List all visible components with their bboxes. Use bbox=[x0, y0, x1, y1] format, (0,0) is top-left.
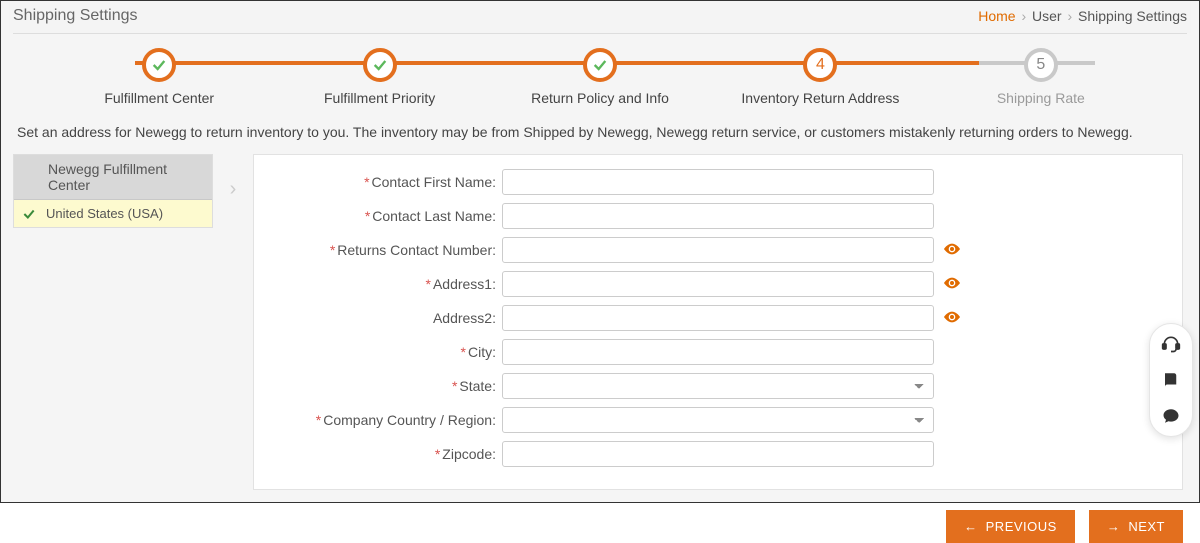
step-label: Inventory Return Address bbox=[741, 90, 899, 106]
returns-contact-number-input[interactable] bbox=[502, 237, 934, 263]
support-headset-icon[interactable] bbox=[1161, 334, 1181, 354]
eye-icon[interactable] bbox=[944, 310, 960, 326]
label-state: *State: bbox=[274, 378, 502, 394]
step-shipping-rate[interactable]: 5 Shipping Rate bbox=[931, 48, 1151, 106]
step-fulfillment-priority[interactable]: Fulfillment Priority bbox=[269, 48, 489, 106]
chevron-right-icon: › bbox=[1067, 8, 1072, 24]
help-widget bbox=[1149, 323, 1193, 437]
step-circle bbox=[363, 48, 397, 82]
check-icon bbox=[151, 57, 167, 73]
breadcrumb: Home › User › Shipping Settings bbox=[978, 8, 1187, 24]
label-country: *Company Country / Region: bbox=[274, 412, 502, 428]
label-city: *City: bbox=[274, 344, 502, 360]
check-icon bbox=[22, 207, 36, 221]
zipcode-input[interactable] bbox=[502, 441, 934, 467]
previous-button[interactable]: ← PREVIOUS bbox=[946, 510, 1075, 543]
fulfillment-center-list: Newegg Fulfillment Center United States … bbox=[13, 154, 213, 228]
city-input[interactable] bbox=[502, 339, 934, 365]
eye-icon[interactable] bbox=[944, 276, 960, 292]
step-circle bbox=[583, 48, 617, 82]
address1-input[interactable] bbox=[502, 271, 934, 297]
step-return-policy[interactable]: Return Policy and Info bbox=[490, 48, 710, 106]
chevron-right-icon[interactable]: › bbox=[230, 178, 237, 201]
next-button-label: NEXT bbox=[1128, 519, 1165, 534]
country-select[interactable] bbox=[502, 407, 934, 433]
inventory-return-form: *Contact First Name: *Contact Last Name:… bbox=[253, 154, 1183, 490]
book-icon[interactable] bbox=[1161, 370, 1181, 390]
divider bbox=[13, 33, 1187, 34]
chevron-right-icon: › bbox=[1021, 8, 1026, 24]
step-connector bbox=[855, 61, 979, 65]
arrow-left-icon: ← bbox=[964, 519, 978, 534]
contact-first-name-input[interactable] bbox=[502, 169, 934, 195]
step-label: Fulfillment Center bbox=[104, 90, 214, 106]
label-address2: Address2: bbox=[274, 310, 502, 326]
label-address1: *Address1: bbox=[274, 276, 502, 292]
step-circle bbox=[142, 48, 176, 82]
fulfillment-center-item-label: United States (USA) bbox=[46, 206, 163, 221]
wizard-stepper: Fulfillment Center Fulfillment Priority … bbox=[9, 44, 1191, 114]
step-label: Return Policy and Info bbox=[531, 90, 669, 106]
breadcrumb-user[interactable]: User bbox=[1032, 8, 1062, 24]
step-connector bbox=[375, 61, 615, 65]
breadcrumb-current: Shipping Settings bbox=[1078, 8, 1187, 24]
fulfillment-center-list-header: Newegg Fulfillment Center bbox=[14, 155, 212, 200]
step-circle: 4 bbox=[803, 48, 837, 82]
label-zipcode: *Zipcode: bbox=[274, 446, 502, 462]
step-circle: 5 bbox=[1024, 48, 1058, 82]
step-label: Shipping Rate bbox=[997, 90, 1085, 106]
chat-bubble-icon[interactable] bbox=[1161, 406, 1181, 426]
page-description: Set an address for Newegg to return inve… bbox=[9, 114, 1191, 154]
step-label: Fulfillment Priority bbox=[324, 90, 435, 106]
fulfillment-center-item-usa[interactable]: United States (USA) bbox=[14, 200, 212, 227]
step-inventory-return-address[interactable]: 4 Inventory Return Address bbox=[710, 48, 930, 106]
contact-last-name-input[interactable] bbox=[502, 203, 934, 229]
arrow-right-icon: → bbox=[1107, 519, 1121, 534]
breadcrumb-home[interactable]: Home bbox=[978, 8, 1015, 24]
step-fulfillment-center[interactable]: Fulfillment Center bbox=[49, 48, 269, 106]
eye-icon[interactable] bbox=[944, 242, 960, 258]
page-title: Shipping Settings bbox=[13, 7, 138, 25]
address2-input[interactable] bbox=[502, 305, 934, 331]
check-icon bbox=[372, 57, 388, 73]
label-contact-first-name: *Contact First Name: bbox=[274, 174, 502, 190]
previous-button-label: PREVIOUS bbox=[986, 519, 1057, 534]
label-returns-contact-number: *Returns Contact Number: bbox=[274, 242, 502, 258]
label-contact-last-name: *Contact Last Name: bbox=[274, 208, 502, 224]
state-select[interactable] bbox=[502, 373, 934, 399]
next-button[interactable]: → NEXT bbox=[1089, 510, 1183, 543]
check-icon bbox=[592, 57, 608, 73]
